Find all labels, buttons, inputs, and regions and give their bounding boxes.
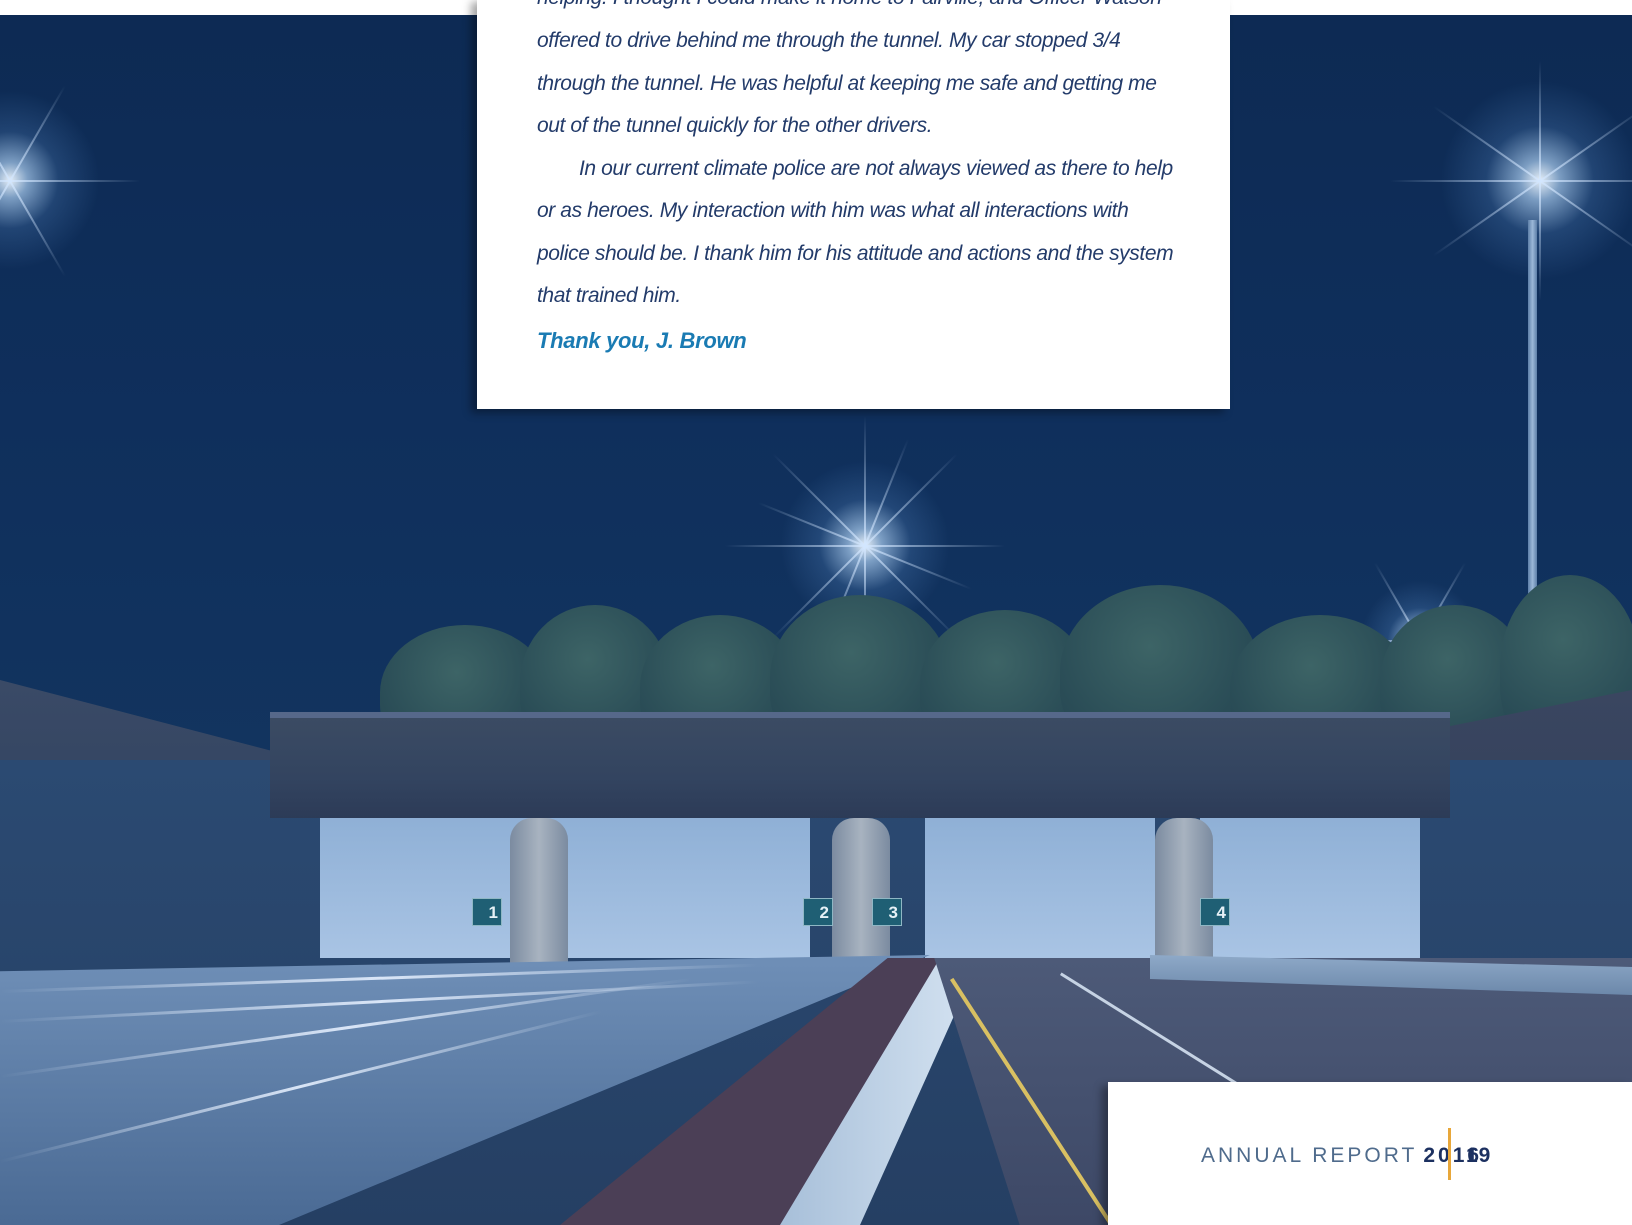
footer-label: ANNUAL REPORT xyxy=(1201,1144,1418,1167)
letter-paragraph-1: offered to drive behind me through the t… xyxy=(537,20,1177,148)
bridge-pillar xyxy=(1155,818,1213,963)
letter-paragraph-2: In our current climate police are not al… xyxy=(537,148,1177,318)
letter-card: helping. I thought I could make it home … xyxy=(477,0,1230,409)
page-footer: ANNUAL REPORT 2016 19 xyxy=(1108,1082,1632,1225)
letter-partial-line: helping. I thought I could make it home … xyxy=(537,0,1177,20)
bridge-pillar xyxy=(832,818,890,963)
footer-report-title: ANNUAL REPORT 2016 xyxy=(1201,1144,1482,1168)
letter-signoff: Thank you, J. Brown xyxy=(537,328,747,353)
overpass-bridge xyxy=(270,718,1450,818)
letter-line: In our current climate police are not al… xyxy=(579,156,1173,180)
letter-line: or as heroes. My interaction with him wa… xyxy=(537,199,1129,222)
report-page: 1 2 3 4 helping. I thought I could make … xyxy=(0,0,1632,1225)
tunnel-opening xyxy=(925,818,1155,958)
letter-line: offered to drive behind me through the t… xyxy=(537,29,1121,52)
tunnel-sign-3: 3 xyxy=(872,898,902,926)
letter-line: through the tunnel. He was helpful at ke… xyxy=(537,71,1157,95)
tunnel-sign-1: 1 xyxy=(472,898,502,926)
tunnel-opening xyxy=(1200,818,1420,958)
tunnel-sign-2: 2 xyxy=(803,898,833,926)
footer-divider xyxy=(1448,1128,1451,1180)
letter-line: out of the tunnel quickly for the other … xyxy=(537,114,933,137)
bridge-pillar xyxy=(510,818,568,963)
page-number: 19 xyxy=(1466,1144,1492,1167)
letter-line: police should be. I thank him for his at… xyxy=(537,241,1174,265)
letter-line: that trained him. xyxy=(537,284,681,307)
letter-body: helping. I thought I could make it home … xyxy=(537,0,1177,318)
tunnel-sign-4: 4 xyxy=(1200,898,1230,926)
